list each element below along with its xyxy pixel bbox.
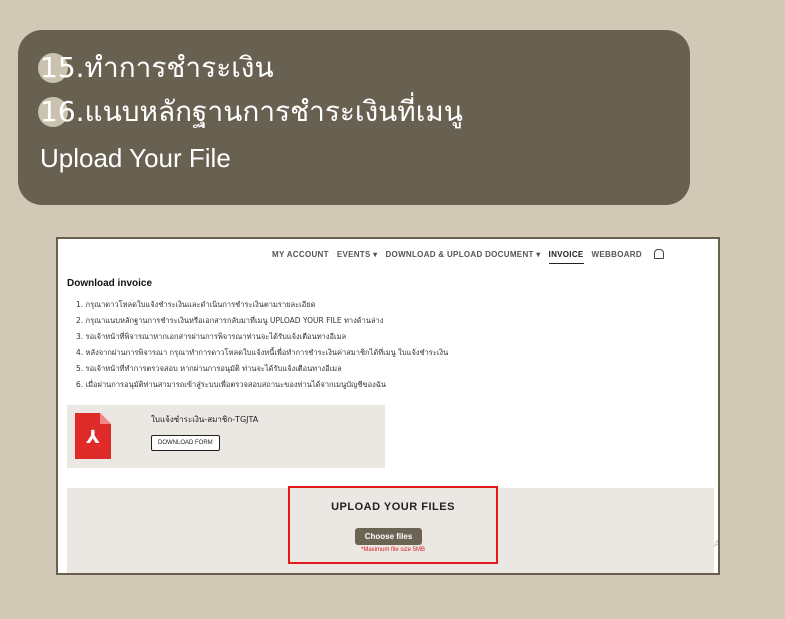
acrobat-icon: ⅄ [86, 427, 100, 448]
bell-icon[interactable] [653, 249, 664, 259]
website-screenshot: MY ACCOUNT EVENTS ▾ DOWNLOAD & UPLOAD DO… [56, 237, 720, 575]
list-item: 4. หลังจากผ่านการพิจารณา กรุณาทำการดาวโห… [76, 348, 449, 357]
instruction-banner: 15. ทำการชำระเงิน 16. แนบหลักฐานการชำระเง… [18, 30, 690, 205]
list-item: 2. กรุณาแนบหลักฐานการชำระเงินหรือเอกสารก… [76, 316, 384, 325]
upload-title: UPLOAD YOUR FILES [331, 501, 455, 513]
step-text: แนบหลักฐานการชำระเงินที่เมนู [84, 95, 463, 128]
list-item: 5. รอเจ้าหน้าที่ทำการตรวจสอบ หากผ่านการอ… [76, 364, 342, 373]
nav-my-account[interactable]: MY ACCOUNT [272, 250, 329, 264]
step-number-badge: 16. [40, 95, 85, 128]
download-form-button[interactable]: DOWNLOAD FORM [151, 435, 220, 451]
choose-files-button[interactable]: Choose files [355, 528, 422, 545]
step-text: ทำการชำระเงิน [84, 51, 274, 84]
instruction-menu-name: Upload Your File [40, 143, 231, 173]
page-title: Download invoice [67, 278, 153, 289]
list-item: 3. รอเจ้าหน้าที่พิจารณาหากเอกสารผ่านการพ… [76, 332, 347, 341]
pdf-file-icon: ⅄ [75, 413, 111, 459]
nav-invoice[interactable]: INVOICE [548, 250, 584, 264]
upload-section: UPLOAD YOUR FILES Choose files *Maximum … [67, 486, 714, 573]
file-name: ใบแจ้งชำระเงิน-สมาชิก-TGJTA [151, 415, 259, 424]
nav-events[interactable]: EVENTS ▾ [337, 250, 378, 264]
edge-text: A [714, 540, 720, 550]
list-item: 1. กรุณาดาวโหลดใบแจ้งชำระเงินและดำเนินกา… [76, 300, 316, 309]
nav-webboard[interactable]: WEBBOARD [592, 250, 642, 264]
upload-highlight-frame: UPLOAD YOUR FILES Choose files *Maximum … [288, 486, 498, 564]
instruction-list: 1. กรุณาดาวโหลดใบแจ้งชำระเงินและดำเนินกา… [76, 297, 448, 393]
top-navigation: MY ACCOUNT EVENTS ▾ DOWNLOAD & UPLOAD DO… [58, 249, 718, 264]
download-card: ⅄ ใบแจ้งชำระเงิน-สมาชิก-TGJTA DOWNLOAD F… [67, 405, 385, 468]
nav-download-upload[interactable]: DOWNLOAD & UPLOAD DOCUMENT ▾ [385, 250, 540, 264]
step-number-badge: 15. [40, 51, 85, 84]
list-item: 6. เมื่อผ่านการอนุมัติท่านสามารถเข้าสู่ร… [76, 380, 386, 389]
instruction-step-16: 16. แนบหลักฐานการชำระเงินที่เมนู [40, 98, 463, 126]
instruction-step-15: 15. ทำการชำระเงิน [40, 54, 274, 82]
file-size-note: *Maximum file size 5MB [360, 547, 425, 553]
